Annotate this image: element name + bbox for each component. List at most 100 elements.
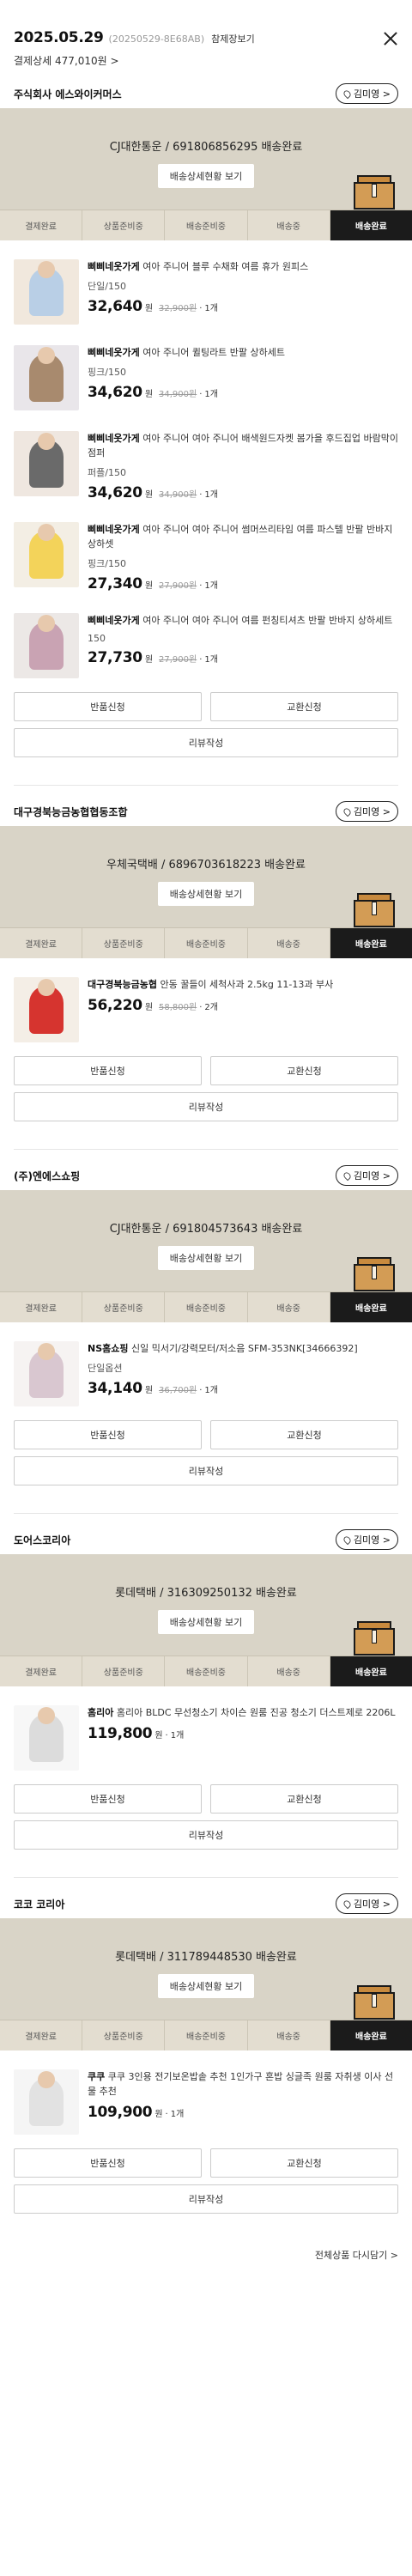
tracking-info: 우체국택배 / 6896703618223 배송완료 — [106, 859, 306, 872]
delivery-step: 배송완료 — [330, 2020, 412, 2050]
delivery-steps: 결제완료 상품준비중 배송준비중 배송중 배송완료 — [0, 2020, 412, 2050]
tracking-detail-button[interactable]: 배송상세현황 보기 — [157, 882, 255, 906]
product-name[interactable]: 삐삐네옷가게 여아 주니어 여아 주니어 배색원드자켓 봄가을 후드집업 바람막… — [88, 431, 398, 460]
list-item[interactable]: 홈리아 홈리아 BLDC 무선청소기 차이슨 원룸 진공 청소기 더스트제로 2… — [14, 1695, 398, 1781]
delivery-step: 상품준비중 — [82, 2020, 166, 2050]
product-image[interactable] — [14, 1341, 79, 1406]
review-button[interactable]: 리뷰작성 — [14, 728, 398, 757]
product-info: 삐삐네옷가게 여아 주니어 여아 주니어 배색원드자켓 봄가을 후드집업 바람막… — [88, 431, 398, 501]
list-item[interactable]: 삐삐네옷가게 여아 주니어 여아 주니어 여름 펀칭티셔츠 반팔 반바지 상하세… — [14, 603, 398, 689]
recipient-chip[interactable]: 김미영 > — [335, 83, 398, 104]
recipient-chip[interactable]: 김미영 > — [335, 801, 398, 822]
delivery-step: 상품준비중 — [82, 210, 166, 240]
exchange-button[interactable]: 교환신청 — [210, 692, 398, 721]
product-image[interactable] — [14, 259, 79, 325]
list-item[interactable]: 대구경북능금농협 안동 꿀들이 세척사과 2.5kg 11-13과 부사 56,2… — [14, 967, 398, 1053]
product-image[interactable] — [14, 2069, 79, 2135]
review-button[interactable]: 리뷰작성 — [14, 1820, 398, 1850]
return-button[interactable]: 반품신청 — [14, 1420, 202, 1449]
original-price: 32,900원 — [159, 304, 197, 313]
action-row: 리뷰작성 — [14, 728, 398, 757]
product-name[interactable]: 쿠쿠 쿠쿠 3인용 전기보온밥솥 추천 1인가구 혼밥 싱글족 원룸 자취생 이… — [88, 2069, 398, 2099]
seller-name: 대구경북능금농협협동조합 — [14, 805, 128, 818]
product-name[interactable]: 삐삐네옷가게 여아 주니어 블루 수채화 여름 휴가 원피스 — [88, 259, 398, 274]
review-button[interactable]: 리뷰작성 — [14, 1456, 398, 1485]
delivery-step: 배송준비중 — [165, 1292, 248, 1322]
delivery-step: 결제완료 — [0, 1656, 83, 1686]
close-icon[interactable] — [381, 29, 400, 48]
list-item[interactable]: 삐삐네옷가게 여아 주니어 여아 주니어 배색원드자켓 봄가을 후드집업 바람막… — [14, 421, 398, 512]
action-row: 리뷰작성 — [14, 1820, 398, 1850]
qty-separator: · — [199, 581, 203, 591]
recipient-chip[interactable]: 김미영 > — [335, 1893, 398, 1914]
product-name[interactable]: NS홈쇼핑 신일 믹서기/강력모터/저소음 SFM-353NK[34666392… — [88, 1341, 398, 1356]
review-button[interactable]: 리뷰작성 — [14, 1092, 398, 1121]
reorder-all-link[interactable]: 전체상품 다시담기 > — [315, 2250, 398, 2261]
product-brand: 삐삐네옷가게 — [88, 433, 140, 444]
list-item[interactable]: 삐삐네옷가게 여아 주니어 블루 수채화 여름 휴가 원피스 단일/150 32,6… — [14, 249, 398, 335]
exchange-button[interactable]: 교환신청 — [210, 1784, 398, 1814]
product-brand: 쿠쿠 — [88, 2071, 106, 2082]
tracking-panel: CJ대한통운 / 691806856295 배송완료 배송상세현황 보기 결제완료 상… — [0, 108, 412, 240]
product-info: 삐삐네옷가게 여아 주니어 여아 주니어 썸머쓰리타임 여름 파스텔 반팔 반바… — [88, 522, 398, 592]
return-button[interactable]: 반품신청 — [14, 692, 202, 721]
location-pin-icon — [342, 806, 353, 817]
exchange-button[interactable]: 교환신청 — [210, 1056, 398, 1085]
list-item[interactable]: 쿠쿠 쿠쿠 3인용 전기보온밥솥 추천 1인가구 혼밥 싱글족 원룸 자취생 이… — [14, 2059, 398, 2145]
payment-detail-link[interactable]: 결제상세 477,010원 > — [14, 53, 398, 68]
product-name[interactable]: 삐삐네옷가게 여아 주니어 여아 주니어 썸머쓰리타임 여름 파스텔 반팔 반바… — [88, 522, 398, 551]
seller-row: (주)엔에스쇼핑 김미영 > — [0, 1161, 412, 1190]
section-divider — [14, 785, 398, 792]
list-item[interactable]: 삐삐네옷가게 여아 주니어 여아 주니어 썸머쓰리타임 여름 파스텔 반팔 반바… — [14, 512, 398, 603]
exchange-button[interactable]: 교환신청 — [210, 1420, 398, 1449]
product-quantity: 1개 — [204, 490, 218, 500]
review-button[interactable]: 리뷰작성 — [14, 2184, 398, 2214]
return-button[interactable]: 반품신청 — [14, 2148, 202, 2178]
recipient-chip[interactable]: 김미영 > — [335, 1529, 398, 1550]
delivery-step: 배송완료 — [330, 1292, 412, 1322]
product-image[interactable] — [14, 345, 79, 410]
product-shape-top — [38, 261, 55, 278]
product-name[interactable]: 대구경북능금농협 안동 꿀들이 세척사과 2.5kg 11-13과 부사 — [88, 977, 398, 992]
order-number: (20250529-8E68AB) — [108, 33, 205, 45]
product-image[interactable] — [14, 522, 79, 587]
product-name[interactable]: 삐삐네옷가게 여아 주니어 여아 주니어 여름 펀칭티셔츠 반팔 반바지 상하세… — [88, 613, 398, 628]
delivery-box-icon — [354, 175, 395, 210]
currency-unit: 원 — [144, 390, 154, 399]
product-info: 대구경북능금농협 안동 꿀들이 세척사과 2.5kg 11-13과 부사 56,2… — [88, 977, 398, 1042]
action-buttons: 반품신청 교환신청리뷰작성 — [0, 689, 412, 780]
delivery-step: 배송완료 — [330, 210, 412, 240]
section-divider — [14, 1513, 398, 1520]
item-list: 쿠쿠 쿠쿠 3인용 전기보온밥솥 추천 1인가구 혼밥 싱글족 원룸 자취생 이… — [0, 2050, 412, 2145]
product-name[interactable]: 홈리아 홈리아 BLDC 무선청소기 차이슨 원룸 진공 청소기 더스트제로 2… — [88, 1705, 398, 1720]
delivery-step: 결제완료 — [0, 2020, 83, 2050]
product-image[interactable] — [14, 431, 79, 496]
tracking-detail-button[interactable]: 배송상세현황 보기 — [157, 164, 255, 188]
tracking-detail-button[interactable]: 배송상세현황 보기 — [157, 1246, 255, 1270]
original-price: 34,900원 — [159, 390, 197, 399]
delivery-steps: 결제완료 상품준비중 배송준비중 배송중 배송완료 — [0, 927, 412, 958]
return-button[interactable]: 반품신청 — [14, 1056, 202, 1085]
product-image[interactable] — [14, 977, 79, 1042]
original-price: 58,800원 — [159, 1003, 197, 1012]
product-name[interactable]: 삐삐네옷가게 여아 주니어 퀼팅라트 반팔 상하세트 — [88, 345, 398, 360]
action-row: 리뷰작성 — [14, 1092, 398, 1121]
return-button[interactable]: 반품신청 — [14, 1784, 202, 1814]
exchange-button[interactable]: 교환신청 — [210, 2148, 398, 2178]
list-item[interactable]: 삐삐네옷가게 여아 주니어 퀼팅라트 반팔 상하세트 핑크/150 34,620 원 3… — [14, 335, 398, 421]
section-divider — [14, 1877, 398, 1884]
seller-row: 도어스코리아 김미영 > — [0, 1525, 412, 1554]
product-title: 쿠쿠 3인용 전기보온밥솥 추천 1인가구 혼밥 싱글족 원룸 자취생 이사 선… — [88, 2071, 394, 2097]
tracking-detail-button[interactable]: 배송상세현황 보기 — [157, 1974, 255, 1998]
qty-separator: · — [165, 2110, 168, 2119]
list-item[interactable]: NS홈쇼핑 신일 믹서기/강력모터/저소음 SFM-353NK[34666392… — [14, 1331, 398, 1417]
product-price: 34,620 — [88, 384, 142, 401]
box-tape — [372, 902, 377, 915]
recipient-chip[interactable]: 김미영 > — [335, 1165, 398, 1186]
tracking-detail-button[interactable]: 배송상세현황 보기 — [157, 1610, 255, 1634]
product-title: 여아 주니어 블루 수채화 여름 휴가 원피스 — [142, 261, 309, 272]
product-image[interactable] — [14, 1705, 79, 1771]
save-link[interactable]: 참제장보기 — [211, 32, 255, 46]
shipment-section: 도어스코리아 김미영 > 롯데택배 / 316309250132 배송완료 배송상세현… — [0, 1525, 412, 1884]
product-image[interactable] — [14, 613, 79, 678]
